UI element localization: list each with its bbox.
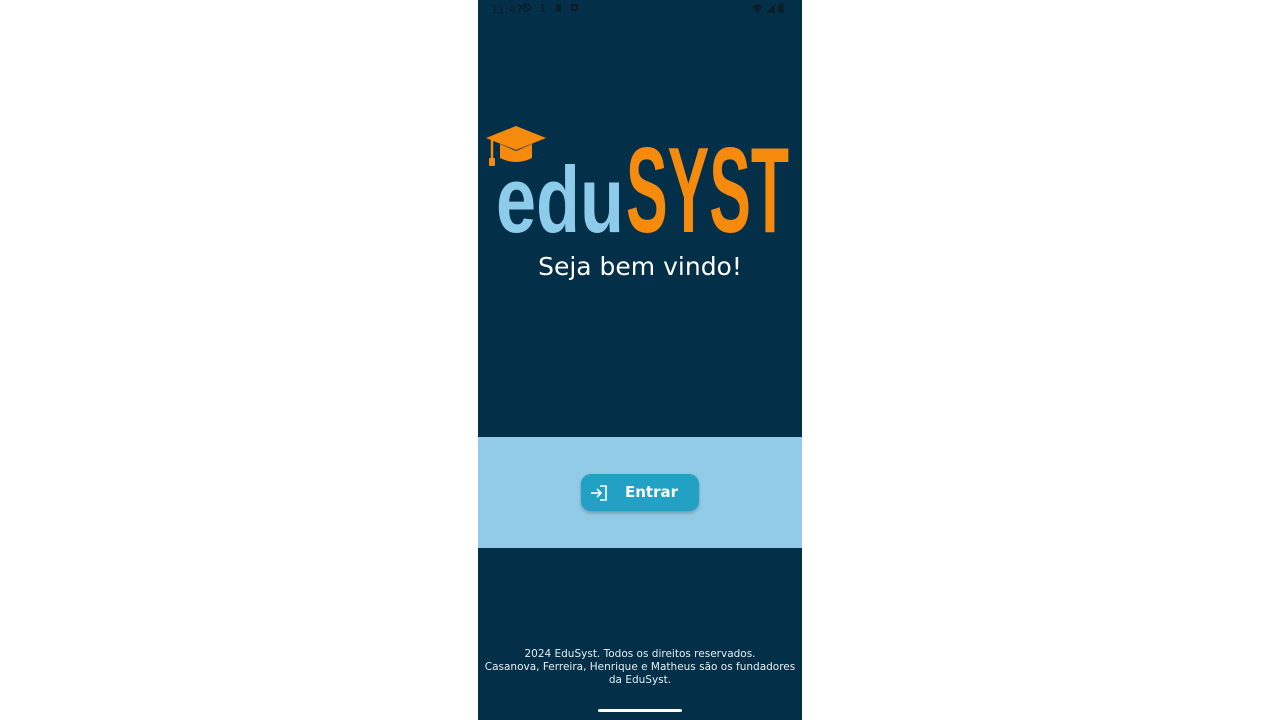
- status-left-icons: [522, 3, 579, 13]
- edusyst-logo: edu SYST: [486, 122, 789, 240]
- battery-icon: [778, 3, 784, 13]
- footer-copyright: 2024 EduSyst. Todos os direitos reservad…: [524, 648, 756, 660]
- enter-button[interactable]: Entrar: [581, 474, 699, 511]
- login-icon: [591, 485, 607, 501]
- home-indicator[interactable]: [598, 709, 682, 712]
- accessibility-icon: [540, 3, 545, 12]
- welcome-text: Seja bem vindo!: [538, 252, 742, 281]
- app-screen: 11:47 edu SYST Seja bem vindo! Entrar 20…: [478, 0, 802, 720]
- footer-founders: Casanova, Ferreira, Henrique e Matheus s…: [484, 661, 796, 673]
- settings-icon: [570, 3, 579, 12]
- do-not-disturb-icon: [522, 3, 531, 12]
- status-right-icons: [752, 3, 784, 13]
- status-time: 11:47: [491, 3, 523, 16]
- footer: 2024 EduSyst. Todos os direitos reservad…: [478, 648, 802, 687]
- footer-founders-cont: da EduSyst.: [608, 674, 672, 686]
- enter-button-label: Entrar: [625, 483, 679, 501]
- wifi-icon: [752, 3, 763, 13]
- login-band: Entrar: [478, 437, 802, 548]
- signal-icon: [766, 3, 775, 13]
- status-bar: 11:47: [478, 0, 802, 20]
- sd-card-icon: [555, 4, 562, 12]
- logo-text-syst: SYST: [626, 122, 789, 240]
- logo-text-edu: edu: [496, 147, 624, 240]
